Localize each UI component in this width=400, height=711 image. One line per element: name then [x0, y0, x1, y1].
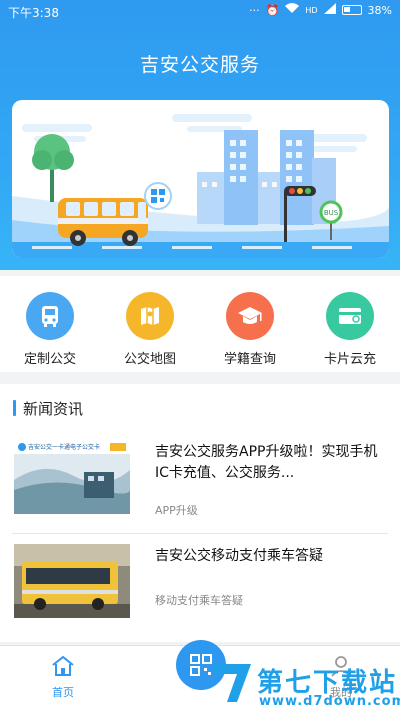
thumbnail-caption: 吉安公交一卡通电子公交卡: [28, 444, 101, 451]
feature-student-query[interactable]: 学籍查询: [200, 276, 300, 372]
feature-card-recharge[interactable]: 卡片云充: [300, 276, 400, 372]
news-header: 新闻资讯: [0, 384, 400, 430]
news-section: 新闻资讯 吉安公交一卡通电子公交卡 吉安公交服务APP升级啦！实现手机IC卡充值…: [0, 384, 400, 642]
news-thumbnail: [14, 544, 130, 618]
home-icon: [52, 655, 74, 676]
news-thumbnail: 吉安公交一卡通电子公交卡: [14, 440, 130, 514]
section-accent-bar: [13, 400, 16, 416]
news-item-title: 吉安公交服务APP升级啦！实现手机IC卡充值、公交服务...: [155, 444, 378, 481]
card-icon: [326, 292, 374, 340]
feature-label: 卡片云充: [323, 352, 376, 367]
battery-icon: [341, 5, 362, 15]
banner-illustration[interactable]: BUS: [12, 100, 389, 258]
alarm-icon: ⏰: [265, 3, 280, 17]
nav-home-label: 首页: [52, 686, 74, 699]
feature-bus-map[interactable]: 公交地图: [100, 276, 200, 372]
feature-label: 学籍查询: [223, 352, 276, 367]
news-item-title: 吉安公交移动支付乘车答疑: [155, 548, 323, 564]
section-title: 新闻资讯: [23, 400, 84, 418]
watermark-logo-icon: [213, 664, 251, 702]
bus-icon: [26, 292, 74, 340]
status-time: 下午3:38: [8, 6, 59, 20]
watermark-url: www.d7down.com: [259, 694, 400, 709]
feature-label: 公交地图: [123, 352, 176, 367]
status-bar: 下午3:38 ··· ⏰ HD 38%: [0, 0, 400, 24]
page-title: 吉安公交服务: [139, 54, 260, 76]
watermark: 第七下载站 www.d7down.com: [205, 654, 400, 711]
app-screen: 下午3:38 ··· ⏰ HD 38% 吉安公交服务 BUS 定制公交 公交地图…: [0, 0, 400, 711]
header: 下午3:38 ··· ⏰ HD 38% 吉安公交服务 BUS: [0, 0, 400, 270]
feature-label: 定制公交: [23, 352, 76, 367]
wifi-icon: [285, 3, 300, 17]
status-icons: ··· ⏰ HD 38%: [249, 3, 392, 17]
news-item[interactable]: 吉安公交移动支付乘车答疑 移动支付乘车答疑: [12, 534, 388, 638]
graduation-cap-icon: [226, 292, 274, 340]
network-type: HD: [305, 5, 318, 15]
signal-icon: [323, 3, 336, 17]
feature-custom-bus[interactable]: 定制公交: [0, 276, 100, 372]
nav-home[interactable]: 首页: [38, 654, 88, 700]
more-icon: ···: [249, 3, 260, 17]
map-icon: [126, 292, 174, 340]
news-item[interactable]: 吉安公交一卡通电子公交卡 吉安公交服务APP升级啦！实现手机IC卡充值、公交服务…: [12, 430, 388, 534]
news-item-tag: APP升级: [155, 504, 198, 517]
feature-grid: 定制公交 公交地图 学籍查询 卡片云充: [0, 276, 400, 372]
bus-stop-sign: BUS: [324, 209, 339, 217]
news-item-tag: 移动支付乘车答疑: [155, 594, 243, 607]
battery-percent: 38%: [367, 3, 392, 17]
